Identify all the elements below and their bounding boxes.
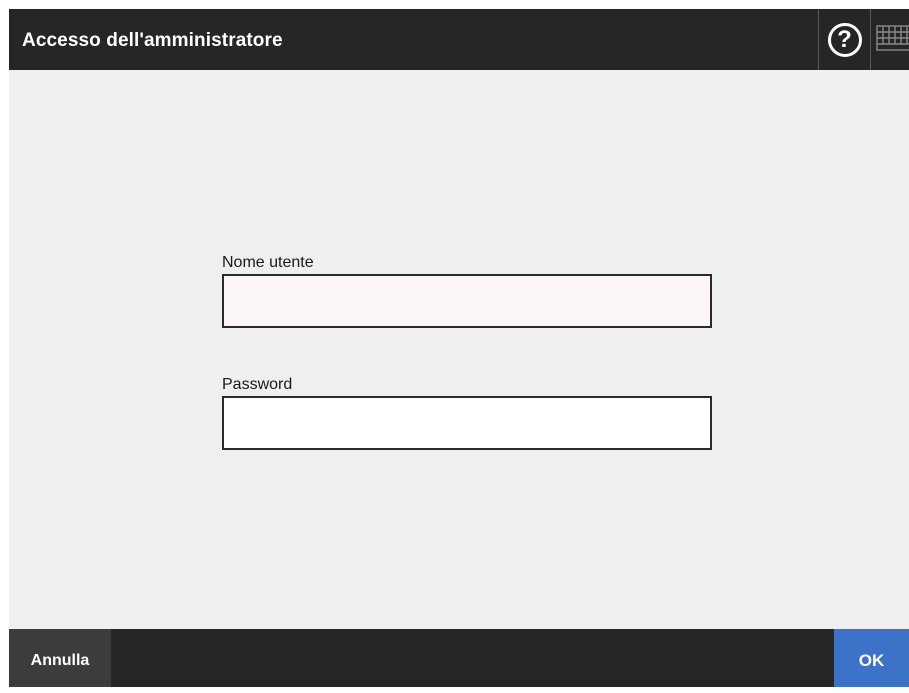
help-button[interactable]: ?: [819, 9, 870, 70]
password-field[interactable]: [222, 396, 712, 450]
username-field[interactable]: [222, 274, 712, 328]
help-icon: ?: [827, 22, 862, 57]
help-glyph: ?: [837, 25, 852, 53]
page-title: Accesso dell'amministratore: [22, 30, 283, 51]
password-label: Password: [222, 376, 293, 393]
title-bar: Accesso dell'amministratore ?: [9, 9, 909, 70]
admin-login-screen: Accesso dell'amministratore ? Nome utent…: [9, 9, 909, 687]
keyboard-button[interactable]: [871, 9, 909, 70]
username-label: Nome utente: [222, 254, 314, 271]
keyboard-icon: [876, 25, 909, 51]
bottom-bar: Annulla OK: [9, 629, 909, 687]
cancel-button[interactable]: Annulla: [9, 629, 111, 687]
ok-button[interactable]: OK: [834, 629, 909, 687]
